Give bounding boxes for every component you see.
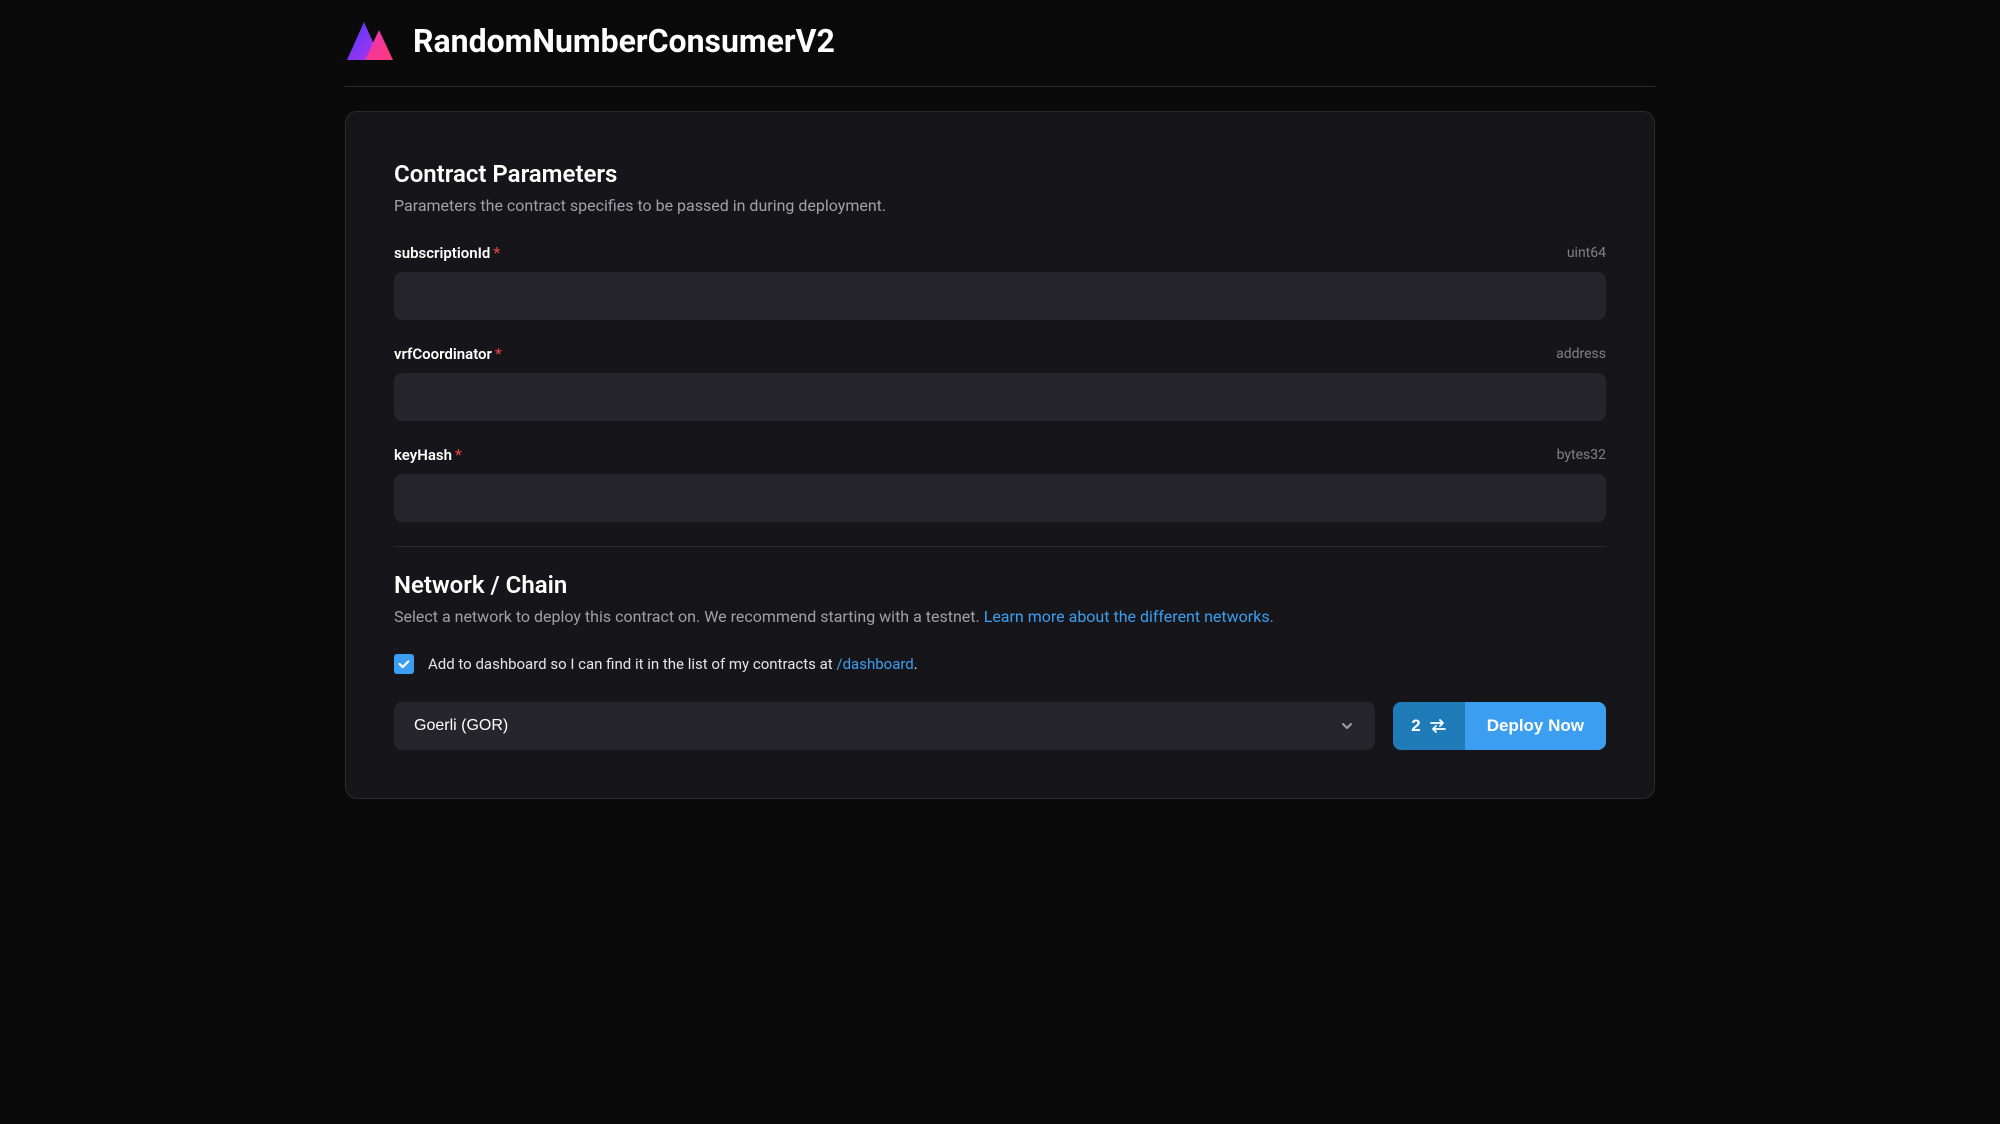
network-select[interactable]: Goerli (GOR) bbox=[394, 702, 1375, 750]
required-indicator: * bbox=[495, 344, 502, 363]
required-indicator: * bbox=[493, 243, 500, 262]
required-indicator: * bbox=[455, 445, 462, 464]
field-label: vrfCoordinator bbox=[394, 345, 492, 363]
field-keyhash: keyHash* bytes32 bbox=[394, 445, 1606, 522]
transaction-count: 2 bbox=[1411, 716, 1420, 736]
page-title: RandomNumberConsumerV2 bbox=[413, 22, 835, 60]
checkmark-icon bbox=[397, 657, 411, 671]
field-subscriptionid: subscriptionId* uint64 bbox=[394, 243, 1606, 320]
field-type: address bbox=[1556, 346, 1606, 362]
field-label: keyHash bbox=[394, 446, 452, 464]
network-selected-value: Goerli (GOR) bbox=[414, 717, 508, 735]
network-description: Select a network to deploy this contract… bbox=[394, 607, 1606, 626]
deploy-controls: Goerli (GOR) 2 Deploy Now bbox=[394, 702, 1606, 750]
field-type: bytes32 bbox=[1557, 447, 1606, 463]
subscriptionid-input[interactable] bbox=[394, 272, 1606, 320]
dashboard-link[interactable]: /dashboard bbox=[836, 655, 913, 673]
add-to-dashboard-row: Add to dashboard so I can find it in the… bbox=[394, 654, 1606, 674]
field-label: subscriptionId bbox=[394, 244, 490, 262]
parameters-title: Contract Parameters bbox=[394, 160, 1606, 188]
deploy-button-group: 2 Deploy Now bbox=[1393, 702, 1606, 750]
keyhash-input[interactable] bbox=[394, 474, 1606, 522]
swap-icon bbox=[1429, 717, 1447, 735]
field-type: uint64 bbox=[1567, 245, 1606, 261]
learn-more-link[interactable]: Learn more about the different networks. bbox=[984, 607, 1274, 626]
page-header: RandomNumberConsumerV2 bbox=[345, 20, 1655, 87]
logo-icon bbox=[345, 20, 397, 62]
deploy-now-button[interactable]: Deploy Now bbox=[1465, 702, 1606, 750]
deployment-card: Contract Parameters Parameters the contr… bbox=[345, 111, 1655, 799]
parameters-description: Parameters the contract specifies to be … bbox=[394, 196, 1606, 215]
field-vrfcoordinator: vrfCoordinator* address bbox=[394, 344, 1606, 421]
transaction-count-button[interactable]: 2 bbox=[1393, 702, 1464, 750]
checkbox-label: Add to dashboard so I can find it in the… bbox=[428, 655, 918, 673]
network-title: Network / Chain bbox=[394, 571, 1606, 599]
add-to-dashboard-checkbox[interactable] bbox=[394, 654, 414, 674]
vrfcoordinator-input[interactable] bbox=[394, 373, 1606, 421]
chevron-down-icon bbox=[1339, 718, 1355, 734]
section-divider bbox=[394, 546, 1606, 547]
